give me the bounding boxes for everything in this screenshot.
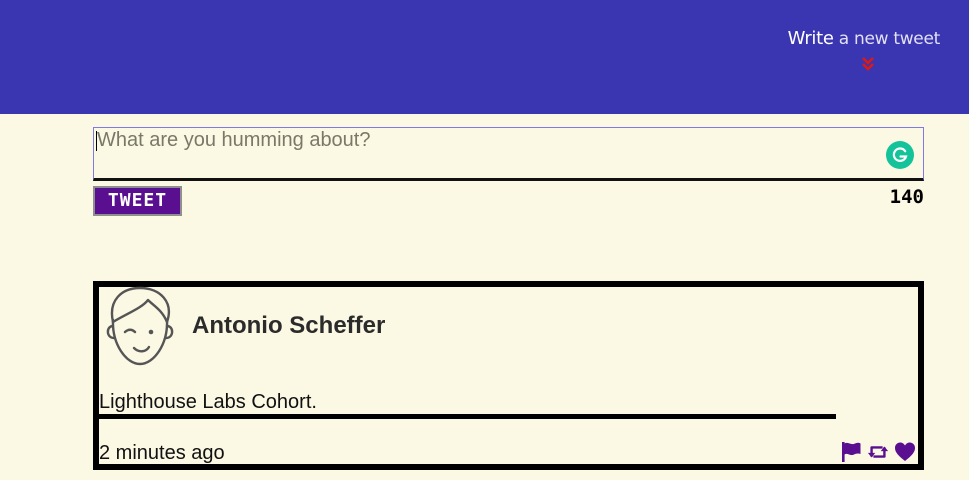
tweet-body: Lighthouse Labs Cohort. [99,391,317,413]
compose-toggle-rest: a new tweet [833,29,941,49]
avatar [106,286,174,366]
grammarly-icon[interactable] [886,141,914,169]
heart-icon[interactable] [894,441,916,463]
tweet-submit-button[interactable]: TWEET [93,186,182,216]
retweet-icon[interactable] [867,441,889,463]
top-nav-bar: Write a new tweet [0,0,969,114]
write-new-tweet-toggle[interactable]: Write a new tweet [787,28,941,49]
flag-icon[interactable] [840,441,862,463]
tweet-timestamp: 2 minutes ago [99,442,225,464]
tweet-actions [840,441,916,465]
character-counter: 140 [889,186,924,208]
tweet-compose-box [93,127,924,181]
tweet-divider [99,414,836,419]
compose-toggle-strong: Write [787,28,834,49]
tweet-author-name: Antonio Scheffer [192,312,386,339]
tweet-input[interactable] [94,128,923,178]
text-caret [96,131,97,151]
double-chevron-down-icon[interactable] [861,56,875,72]
